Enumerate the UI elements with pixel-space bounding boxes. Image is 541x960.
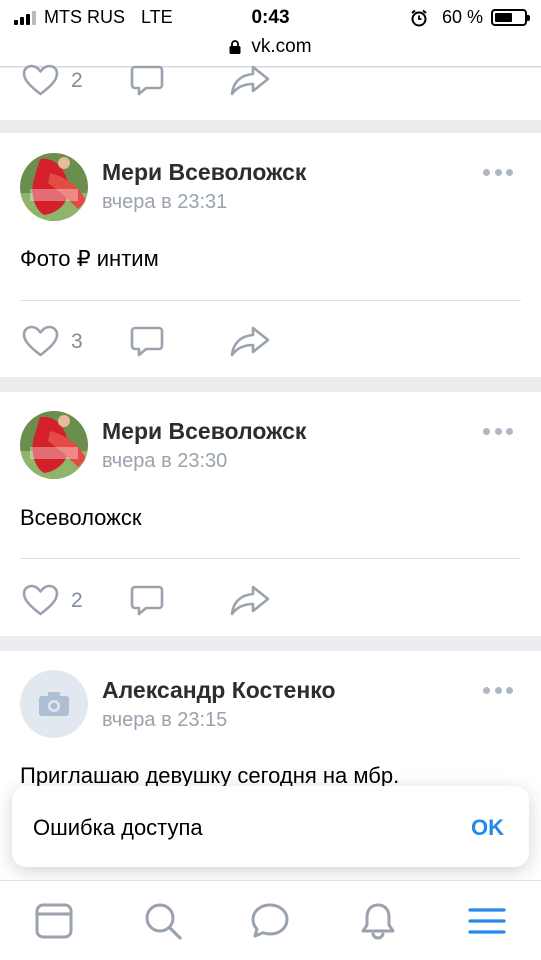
like-count: 2	[71, 588, 83, 612]
alarm-icon	[411, 9, 427, 26]
page: MTS RUS LTE 0:43 60 % vk.com 2 Мери Всев…	[0, 0, 541, 960]
menu-icon	[468, 908, 506, 934]
tab-feed[interactable]	[34, 901, 74, 941]
more-button[interactable]	[483, 169, 513, 177]
tab-bar	[0, 880, 541, 960]
tab-search[interactable]	[143, 901, 183, 941]
avatar[interactable]	[20, 670, 88, 738]
messages-icon	[251, 903, 289, 938]
like-count: 3	[71, 329, 83, 353]
comment-icon	[130, 65, 164, 96]
status-right: 60 %	[410, 7, 530, 28]
post-text: Всеволожск	[20, 505, 142, 530]
more-dots-icon	[483, 687, 490, 694]
comment-button[interactable]	[130, 64, 164, 98]
divider	[20, 300, 521, 301]
toast-message: Ошибка доступа	[33, 815, 203, 840]
post-actions: 2	[0, 52, 541, 112]
more-dots-icon	[483, 428, 490, 435]
post-time[interactable]: вчера в 23:15	[102, 709, 227, 732]
tab-notifications[interactable]	[358, 901, 398, 941]
post-text: Фото ₽ интим	[20, 246, 159, 271]
heart-icon	[22, 325, 59, 357]
post-author[interactable]: Мери Всеволожск	[102, 159, 306, 186]
post-card: Мери Всеволожск вчера в 23:31 Фото ₽ инт…	[0, 133, 541, 377]
avatar[interactable]	[20, 153, 88, 221]
divider	[20, 558, 521, 559]
more-dots-icon	[483, 169, 490, 176]
notifications-icon	[361, 903, 395, 940]
more-button[interactable]	[483, 687, 513, 695]
share-icon	[230, 585, 270, 616]
comment-button[interactable]	[130, 584, 164, 618]
post-actions: 2	[0, 570, 541, 630]
battery-icon	[491, 9, 530, 26]
comment-icon	[130, 326, 164, 357]
toast-ok-button[interactable]: OK	[471, 815, 504, 841]
post-actions: 3	[0, 311, 541, 371]
comment-icon	[130, 585, 164, 616]
tab-menu[interactable]	[467, 901, 507, 941]
avatar-photo	[20, 411, 88, 479]
post-time[interactable]: вчера в 23:31	[102, 191, 227, 214]
comment-button[interactable]	[130, 325, 164, 359]
avatar[interactable]	[20, 411, 88, 479]
status-bar: MTS RUS LTE 0:43 60 %	[0, 0, 541, 36]
post-time[interactable]: вчера в 23:30	[102, 450, 227, 473]
tab-messages[interactable]	[250, 901, 290, 941]
like-button[interactable]: 3	[22, 325, 83, 358]
share-button[interactable]	[229, 584, 271, 616]
avatar-photo	[20, 153, 88, 221]
more-button[interactable]	[483, 428, 513, 436]
like-count: 2	[71, 68, 83, 92]
post-author[interactable]: Александр Костенко	[102, 677, 336, 704]
heart-icon	[22, 64, 59, 96]
battery-percent: 60 %	[441, 7, 483, 27]
search-icon	[145, 903, 182, 940]
share-button[interactable]	[229, 64, 271, 96]
error-toast: Ошибка доступа OK	[12, 786, 529, 867]
post-author[interactable]: Мери Всеволожск	[102, 418, 306, 445]
share-icon	[230, 65, 270, 96]
share-button[interactable]	[229, 325, 271, 357]
camera-icon	[39, 692, 69, 716]
battery-fill	[495, 13, 512, 22]
like-button[interactable]: 2	[22, 64, 83, 97]
share-icon	[230, 326, 270, 357]
heart-icon	[22, 584, 59, 616]
post-card-partial: 2	[0, 64, 541, 120]
feed-icon	[35, 903, 73, 939]
like-button[interactable]: 2	[22, 584, 83, 617]
post-card: Мери Всеволожск вчера в 23:30 Всеволожск…	[0, 392, 541, 636]
